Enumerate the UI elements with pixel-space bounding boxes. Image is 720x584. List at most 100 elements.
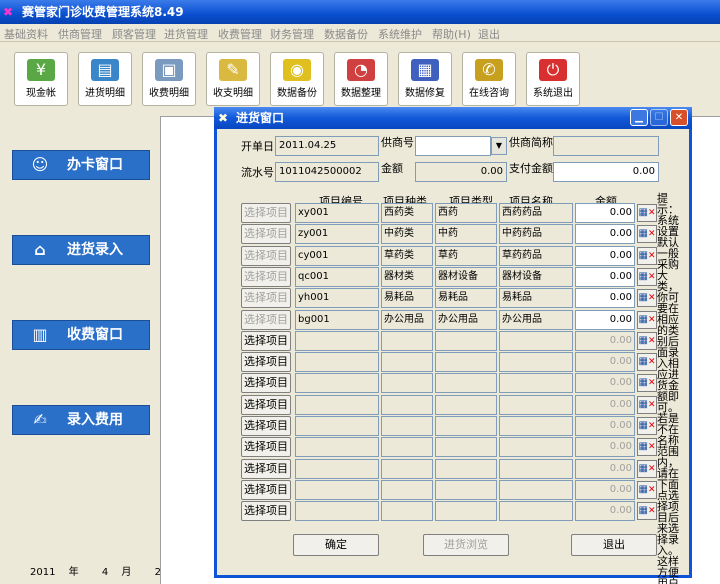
minimize-button[interactable]: ▁ [630, 109, 648, 126]
ok-button[interactable]: 确定 [293, 534, 379, 556]
delete-row-icon[interactable]: ▦✕ [637, 374, 657, 393]
cell-kind: 中药类 [381, 224, 433, 245]
cell-amount[interactable]: 0.00 [575, 224, 635, 245]
dialog-title-bar[interactable]: ✖ 进货窗口 ▁ ☐ ✕ [214, 107, 692, 129]
delete-row-icon[interactable]: ▦✕ [637, 310, 657, 329]
supplier-short-field[interactable] [553, 136, 659, 156]
select-item-button[interactable]: 选择项目 [241, 373, 291, 394]
delete-row-icon[interactable]: ▦✕ [637, 417, 657, 435]
date-month: 4 月 [101, 567, 132, 578]
cell-kind [381, 437, 433, 458]
toolbar-button-1[interactable]: ▤ 进货明细 [78, 52, 132, 106]
select-item-button[interactable]: 选择项目 [241, 266, 291, 287]
select-item-button[interactable]: 选择项目 [241, 394, 291, 415]
select-item-button[interactable]: 选择项目 [241, 437, 291, 458]
cell-amount[interactable]: 0.00 [575, 203, 635, 223]
close-button[interactable]: ✕ [670, 109, 688, 126]
select-item-button[interactable]: 选择项目 [241, 224, 291, 245]
menu-item-5[interactable]: 财务管理 [270, 26, 314, 42]
select-item-button[interactable]: 选择项目 [241, 416, 291, 436]
delete-row-icon[interactable]: ▦✕ [637, 331, 657, 350]
menu-item-7[interactable]: 系统维护 [378, 26, 422, 42]
delete-row-icon[interactable]: ▦✕ [637, 395, 657, 414]
cell-kind: 草药类 [381, 245, 433, 266]
supplier-short-label: 供商简称 [509, 136, 553, 149]
delete-row-icon[interactable]: ▦✕ [637, 246, 657, 265]
cell-code: qc001 [295, 266, 379, 287]
cell-amount[interactable]: 0.00 [575, 266, 635, 287]
toolbar-button-6[interactable]: ▦ 数据修复 [398, 52, 452, 106]
browse-button[interactable]: 进货浏览 [423, 534, 509, 556]
cell-name: 中药药品 [499, 224, 573, 245]
delete-row-icon[interactable]: ▦✕ [637, 267, 657, 286]
open-date-field[interactable]: 2011.04.25 [275, 136, 379, 156]
cell-name: 办公用品 [499, 309, 573, 330]
menu-item-2[interactable]: 顾客管理 [112, 26, 156, 42]
delete-row-icon[interactable]: ▦✕ [637, 502, 657, 521]
cell-amount[interactable]: 0.00 [575, 288, 635, 309]
sidebar-button-0[interactable]: ☺ 办卡窗口 [12, 150, 150, 180]
chevron-down-icon[interactable]: ▼ [491, 137, 507, 155]
menu-item-4[interactable]: 收费管理 [218, 26, 262, 42]
maximize-button[interactable]: ☐ [650, 109, 668, 126]
delete-row-icon[interactable]: ▦✕ [637, 438, 657, 457]
select-item-button[interactable]: 选择项目 [241, 203, 291, 223]
cell-name [499, 479, 573, 500]
menu-item-6[interactable]: 数据备份 [324, 26, 368, 42]
serial-field[interactable]: 1011042500002 [275, 162, 379, 182]
cell-amount[interactable]: 0.00 [575, 437, 635, 458]
toolbar-button-7[interactable]: ✆ 在线咨询 [462, 52, 516, 106]
amount-field[interactable]: 0.00 [415, 162, 507, 182]
cell-type [435, 352, 497, 373]
delete-row-icon[interactable]: ▦✕ [637, 204, 657, 222]
select-item-button[interactable]: 选择项目 [241, 479, 291, 500]
sidebar-button-label: 录入费用 [67, 412, 123, 428]
cell-amount[interactable]: 0.00 [575, 330, 635, 351]
select-item-button[interactable]: 选择项目 [241, 330, 291, 351]
select-item-button[interactable]: 选择项目 [241, 288, 291, 309]
cell-amount[interactable]: 0.00 [575, 458, 635, 479]
select-item-button[interactable]: 选择项目 [241, 352, 291, 373]
delete-row-icon[interactable]: ▦✕ [637, 459, 657, 478]
cell-name: 西药药品 [499, 203, 573, 223]
toolbar-button-2[interactable]: ▣ 收费明细 [142, 52, 196, 106]
menu-item-9[interactable]: 退出 [478, 26, 500, 42]
cell-code [295, 394, 379, 415]
cell-amount[interactable]: 0.00 [575, 416, 635, 436]
sidebar-button-1[interactable]: ⌂ 进货录入 [12, 235, 150, 265]
sidebar-button-3[interactable]: ✍ 录入费用 [12, 405, 150, 435]
delete-row-icon[interactable]: ▦✕ [637, 289, 657, 308]
delete-row-icon[interactable]: ▦✕ [637, 353, 657, 372]
menu-item-1[interactable]: 供商管理 [58, 26, 102, 42]
toolbar-button-4[interactable]: ◉ 数据备份 [270, 52, 324, 106]
delete-row-icon[interactable]: ▦✕ [637, 480, 657, 499]
pen-paper-icon: ✍ [33, 410, 47, 429]
toolbar-button-8[interactable]: ⏻ 系统退出 [526, 52, 580, 106]
select-item-button[interactable]: 选择项目 [241, 309, 291, 330]
menu-item-8[interactable]: 帮助(H) [432, 26, 471, 42]
toolbar-button-0[interactable]: ¥ 现金帐 [14, 52, 68, 106]
menu-item-0[interactable]: 基础资料 [4, 26, 48, 42]
app-title: 赛管家门诊收费管理系统8.49 [22, 5, 184, 19]
exit-button[interactable]: 退出 [571, 534, 657, 556]
select-item-button[interactable]: 选择项目 [241, 501, 291, 522]
cell-amount[interactable]: 0.00 [575, 245, 635, 266]
cell-amount[interactable]: 0.00 [575, 501, 635, 522]
paid-field[interactable]: 0.00 [553, 162, 659, 182]
toolbar-button-3[interactable]: ✎ 收支明细 [206, 52, 260, 106]
cell-amount[interactable]: 0.00 [575, 394, 635, 415]
sidebar-button-2[interactable]: ▥ 收费窗口 [12, 320, 150, 350]
cell-kind [381, 416, 433, 436]
cell-amount[interactable]: 0.00 [575, 373, 635, 394]
cell-kind: 西药类 [381, 203, 433, 223]
cell-amount[interactable]: 0.00 [575, 309, 635, 330]
cell-amount[interactable]: 0.00 [575, 479, 635, 500]
toolbar-button-5[interactable]: ◔ 数据整理 [334, 52, 388, 106]
open-date-label: 开单日 [241, 140, 274, 153]
cell-amount[interactable]: 0.00 [575, 352, 635, 373]
menu-item-3[interactable]: 进货管理 [164, 26, 208, 42]
select-item-button[interactable]: 选择项目 [241, 458, 291, 479]
supplier-select[interactable] [415, 136, 491, 156]
select-item-button[interactable]: 选择项目 [241, 245, 291, 266]
delete-row-icon[interactable]: ▦✕ [637, 225, 657, 244]
